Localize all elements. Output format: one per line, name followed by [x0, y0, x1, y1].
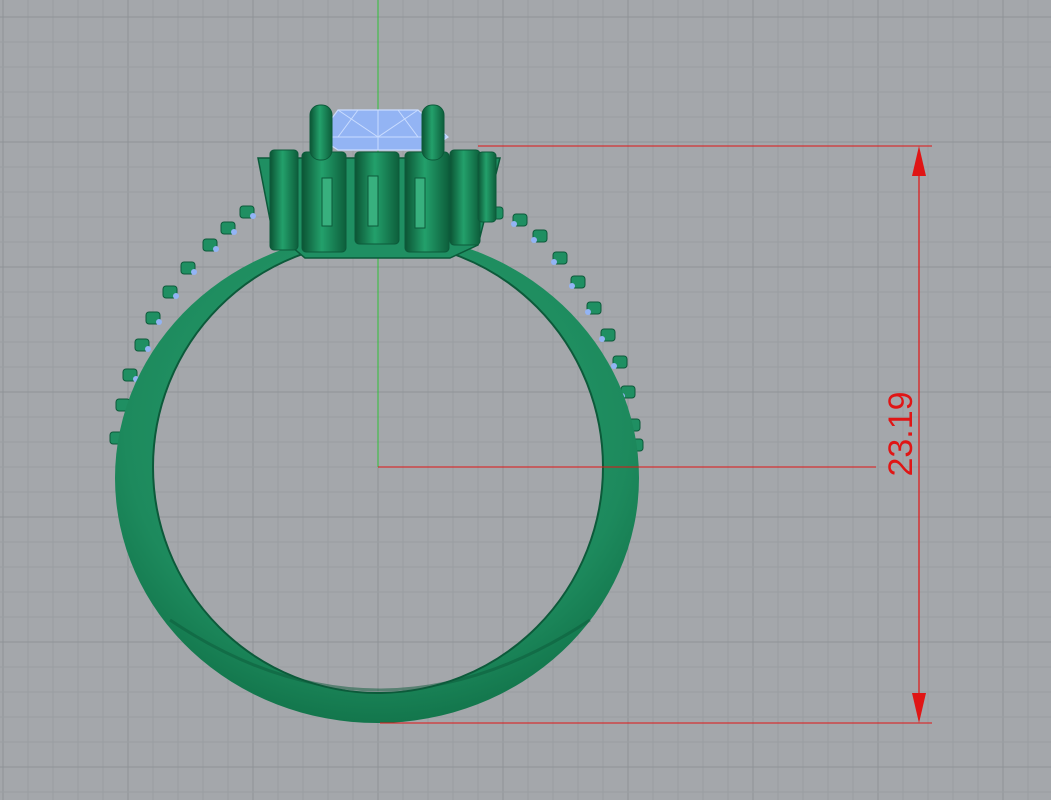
- ring-band-outer[interactable]: [115, 233, 639, 723]
- ring-shank[interactable]: [115, 233, 639, 723]
- pave-stone: [531, 237, 537, 243]
- gallery-window: [321, 177, 333, 227]
- pave-stone: [173, 293, 179, 299]
- pave-stone: [145, 346, 151, 352]
- gallery-bar: [269, 149, 299, 251]
- pave-stone: [231, 229, 237, 235]
- gallery-bar: [477, 151, 497, 223]
- pave-stone: [585, 309, 591, 315]
- gallery-window: [367, 175, 379, 227]
- prong: [309, 104, 333, 161]
- dimension-value-label: 23.19: [882, 391, 920, 476]
- dimension-arrow-down: [912, 693, 926, 723]
- pave-stone: [599, 336, 605, 342]
- pave-stone: [250, 213, 256, 219]
- gallery-window: [414, 177, 426, 229]
- center-stone-head[interactable]: [257, 104, 501, 259]
- pave-stone: [551, 259, 557, 265]
- gallery-bar: [404, 151, 450, 253]
- pave-stone: [156, 319, 162, 325]
- pave-stone: [191, 269, 197, 275]
- viewport-canvas[interactable]: 23.19: [0, 0, 1051, 800]
- 3d-viewport-front[interactable]: 23.19: [0, 0, 1051, 800]
- dimension-arrow-up: [912, 146, 926, 176]
- head-gallery-bars: [269, 149, 497, 253]
- pave-stone: [611, 363, 617, 369]
- pave-stone: [213, 246, 219, 252]
- pave-stone: [511, 221, 517, 227]
- gallery-bar: [449, 149, 481, 246]
- pave-stone: [569, 283, 575, 289]
- prong: [421, 104, 445, 161]
